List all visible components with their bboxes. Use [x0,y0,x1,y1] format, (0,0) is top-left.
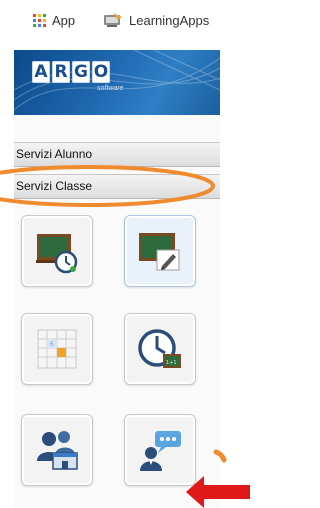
calendar-grid-icon: 6 [37,329,77,369]
learningapps-icon [104,13,122,27]
bookmark-label: App [52,12,76,28]
argo-left-pane: A R G O software Servizi Alunno Servizi … [14,50,220,508]
logo-letter: O [92,61,110,83]
chalkboard-edit-icon [139,233,180,271]
bookmark-learningapps[interactable]: LearningApps [103,11,209,29]
section-servizi-classe[interactable]: Servizi Classe [14,174,220,199]
bookmark-app[interactable]: App [33,11,75,29]
clock-chalkboard-icon: 1+1 [138,329,181,368]
bookmark-label: LearningApps [129,12,210,28]
apps-grid-icon [33,13,46,27]
argo-logo: A R G O [32,61,110,83]
logo-subtitle: software [97,85,124,92]
tile-chalkboard-edit[interactable] [124,215,196,287]
section-servizi-alunno[interactable]: Servizi Alunno [14,142,220,167]
logo-letter: R [52,61,70,83]
svg-text:1+1: 1+1 [166,360,177,366]
bookmarks-bar: App LearningApps [0,0,254,40]
argo-banner: A R G O software [14,50,220,115]
teacher-chat-icon [140,431,181,471]
users-school-icon [37,431,78,470]
tile-teacher-chat[interactable] [124,414,196,486]
logo-letter: G [72,61,90,83]
logo-letter: A [32,61,50,83]
chalkboard-clock-icon [36,234,78,274]
tile-clock-chalkboard[interactable]: 1+1 [124,313,196,385]
svg-text:6: 6 [50,341,54,348]
tile-calendar-grid[interactable]: 6 [21,313,93,385]
tile-chalkboard-clock[interactable] [21,215,93,287]
tile-users-school[interactable] [21,414,93,486]
